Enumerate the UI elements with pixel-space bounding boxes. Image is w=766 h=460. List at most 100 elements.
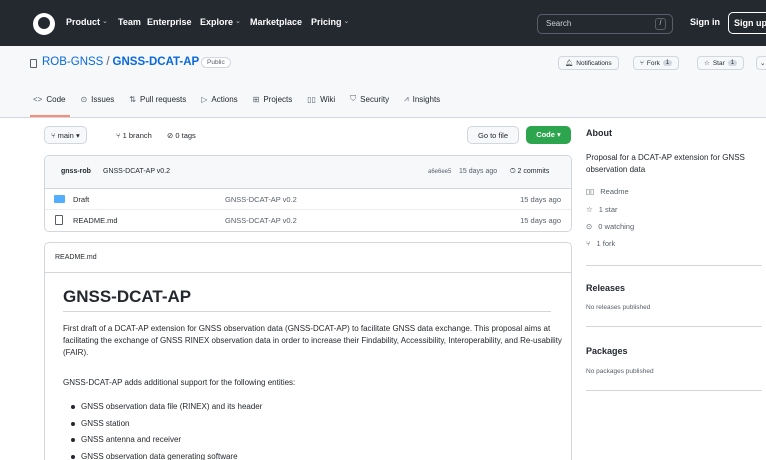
caret-down-icon: ▾ bbox=[557, 130, 561, 139]
nav-marketplace[interactable]: Marketplace bbox=[250, 17, 302, 27]
graph-icon: ⩘ bbox=[404, 94, 409, 103]
branches-label: 1 branch bbox=[122, 131, 152, 140]
tab-insights[interactable]: ⩘ Insights bbox=[404, 94, 440, 104]
file-row[interactable]: README.md GNSS-DCAT-AP v0.2 15 days ago bbox=[45, 210, 571, 231]
sign-up-button[interactable]: Sign up bbox=[728, 12, 766, 34]
tab-label: Security bbox=[360, 94, 390, 104]
caret-down-icon: ▾ bbox=[75, 131, 80, 140]
code-button-label: Code bbox=[536, 130, 555, 139]
active-tab-indicator bbox=[30, 115, 70, 117]
releases-text: No releases published bbox=[586, 304, 651, 311]
packages-heading[interactable]: Packages bbox=[586, 346, 628, 356]
list-item: GNSS station bbox=[71, 416, 262, 433]
readme-link-label: Readme bbox=[600, 187, 629, 196]
sign-in-link[interactable]: Sign in bbox=[690, 17, 720, 27]
nav-explore[interactable]: Explore ⌄ bbox=[200, 17, 241, 27]
slash-key-hint: / bbox=[655, 18, 666, 30]
divider bbox=[586, 326, 762, 327]
divider bbox=[586, 390, 762, 391]
repo-tabs: <> Code ⊙ Issues ⇅ Pull requests ▷ Actions ⊞… bbox=[33, 94, 440, 104]
commits-link[interactable]: 🕓︎ 2 commits bbox=[510, 168, 549, 176]
file-commit-message[interactable]: GNSS-DCAT-AP v0.2 bbox=[225, 195, 297, 204]
readme-list: GNSS observation data file (RINEX) and i… bbox=[71, 399, 262, 460]
tab-label: Code bbox=[46, 94, 66, 104]
file-commit-message[interactable]: GNSS-DCAT-AP v0.2 bbox=[225, 216, 297, 225]
pull-request-icon: ⇅ bbox=[129, 94, 136, 104]
packages-text: No packages published bbox=[586, 368, 654, 375]
commit-hash[interactable]: a6e6ee5 bbox=[428, 169, 451, 175]
star-icon: ☆ bbox=[704, 60, 710, 67]
about-heading: About bbox=[586, 128, 612, 138]
readme-title: GNSS-DCAT-AP bbox=[63, 287, 192, 306]
branch-selector[interactable]: ⑂ main ▾ bbox=[44, 126, 87, 144]
divider bbox=[586, 265, 762, 266]
fork-icon: ⑂ bbox=[586, 239, 591, 248]
commit-message[interactable]: GNSS-DCAT-AP v0.2 bbox=[103, 168, 170, 175]
about-heading-text: About bbox=[586, 128, 612, 138]
branches-link[interactable]: ⑂ 1 branch bbox=[116, 131, 152, 140]
star-count: 1 bbox=[727, 60, 738, 66]
list-item: GNSS observation data generating softwar… bbox=[71, 449, 262, 460]
tab-actions[interactable]: ▷ Actions bbox=[201, 94, 237, 104]
divider bbox=[63, 311, 551, 312]
forks-link[interactable]: ⑂ 1 fork bbox=[586, 239, 615, 248]
code-button[interactable]: Code ▾ bbox=[526, 126, 571, 144]
list-item: GNSS observation data file (RINEX) and i… bbox=[71, 399, 262, 416]
nav-pricing[interactable]: Pricing ⌄ bbox=[311, 17, 349, 27]
star-label: Star bbox=[712, 59, 725, 67]
tab-security[interactable]: ⛉ Security bbox=[350, 94, 389, 104]
fork-icon: ⑂ bbox=[640, 59, 644, 67]
tags-label: 0 tags bbox=[175, 131, 196, 140]
shield-icon: ⛉ bbox=[350, 94, 357, 103]
fork-button[interactable]: ⑂ Fork 1 bbox=[633, 56, 680, 70]
tab-code[interactable]: <> Code bbox=[33, 94, 65, 104]
watchers-link[interactable]: ⊙ 0 watching bbox=[586, 222, 634, 231]
tab-issues[interactable]: ⊙ Issues bbox=[80, 94, 114, 104]
file-list: gnss-rob GNSS-DCAT-AP v0.2 a6e6ee5 15 da… bbox=[44, 155, 572, 232]
packages-heading-text: Packages bbox=[586, 346, 628, 356]
readme-panel: README.md GNSS-DCAT-AP First draft of a … bbox=[44, 242, 572, 460]
issue-icon: ⊙ bbox=[80, 94, 88, 104]
file-date: 15 days ago bbox=[520, 195, 561, 204]
bell-icon: 🔔︎ bbox=[565, 60, 574, 67]
tab-wiki[interactable]: ▯▯ Wiki bbox=[307, 94, 335, 104]
commits-count: 2 commits bbox=[517, 168, 550, 175]
file-icon bbox=[55, 215, 63, 225]
tab-label: Wiki bbox=[320, 94, 336, 104]
nav-product[interactable]: Product ⌄ bbox=[66, 17, 108, 27]
repo-owner-link[interactable]: ROB-GNSS bbox=[42, 56, 103, 68]
branch-name: main bbox=[57, 131, 74, 140]
tab-pull-requests[interactable]: ⇅ Pull requests bbox=[129, 94, 186, 104]
go-to-file-button[interactable]: Go to file bbox=[467, 126, 519, 144]
repo-name-link[interactable]: GNSS-DCAT-AP bbox=[113, 56, 200, 68]
book-icon: ▯▯ bbox=[586, 187, 595, 196]
file-name[interactable]: Draft bbox=[73, 195, 89, 204]
watching-label: 0 watching bbox=[598, 222, 635, 231]
star-dropdown-button[interactable]: ⌄ bbox=[756, 56, 766, 70]
readme-link[interactable]: ▯▯ Readme bbox=[586, 187, 629, 196]
nav-enterprise[interactable]: Enterprise bbox=[147, 17, 192, 27]
star-button[interactable]: ☆ Star 1 bbox=[697, 56, 745, 70]
tab-label: Insights bbox=[412, 94, 441, 104]
about-description: Proposal for a DCAT-AP extension for GNS… bbox=[586, 153, 745, 174]
chevron-down-icon: ⌄ bbox=[760, 60, 766, 67]
search-input[interactable]: Search / bbox=[537, 14, 673, 34]
tab-projects[interactable]: ⊞ Projects bbox=[253, 94, 293, 104]
file-name[interactable]: README.md bbox=[73, 216, 118, 225]
play-icon: ▷ bbox=[201, 94, 208, 104]
star-icon: ☆ bbox=[586, 205, 593, 214]
readme-filename: README.md bbox=[45, 243, 571, 273]
readme-paragraph: First draft of a DCAT-AP extension for G… bbox=[63, 324, 562, 357]
nav-team[interactable]: Team bbox=[118, 17, 141, 27]
book-icon: ▯▯ bbox=[307, 94, 317, 104]
tags-link[interactable]: ⊘ 0 tags bbox=[167, 131, 196, 140]
commit-author[interactable]: gnss-rob bbox=[61, 168, 91, 175]
notifications-button[interactable]: 🔔︎ Notifications bbox=[558, 56, 619, 70]
branch-icon: ⑂ bbox=[51, 131, 56, 140]
breadcrumb: ROB-GNSS / GNSS-DCAT-AP bbox=[42, 56, 199, 68]
stars-link[interactable]: ☆ 1 star bbox=[586, 205, 618, 214]
github-logo-icon[interactable] bbox=[33, 13, 55, 35]
releases-heading[interactable]: Releases bbox=[586, 283, 625, 293]
forks-label: 1 fork bbox=[596, 239, 616, 248]
file-row[interactable]: Draft GNSS-DCAT-AP v0.2 15 days ago bbox=[45, 189, 571, 210]
